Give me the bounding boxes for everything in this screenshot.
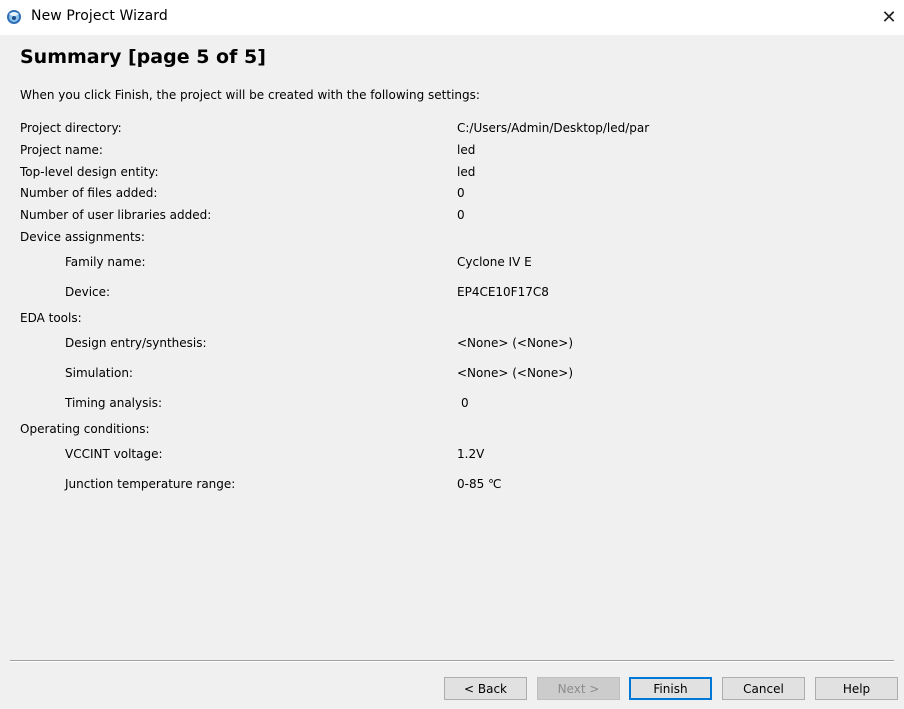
- setting-user-libraries-added: Number of user libraries added: 0: [0, 208, 904, 226]
- finish-button[interactable]: Finish: [629, 677, 712, 700]
- next-button: Next >: [537, 677, 620, 700]
- close-button[interactable]: ✕: [874, 0, 904, 35]
- setting-label: Simulation:: [65, 366, 133, 380]
- setting-value: 0: [461, 396, 469, 410]
- setting-value: led: [457, 143, 476, 157]
- title-bar: New Project Wizard ✕: [0, 0, 904, 35]
- setting-value: 1.2V: [457, 447, 485, 461]
- setting-junction-temperature: Junction temperature range: 0-85 ℃: [0, 477, 904, 495]
- close-icon: ✕: [881, 7, 897, 28]
- setting-label: Design entry/synthesis:: [65, 336, 207, 350]
- setting-files-added: Number of files added: 0: [0, 186, 904, 204]
- setting-project-name: Project name: led: [0, 143, 904, 161]
- setting-value: C:/Users/Admin/Desktop/led/par: [457, 121, 650, 135]
- footer-divider: [10, 660, 894, 662]
- section-device-assignments: Device assignments:: [0, 230, 904, 248]
- help-button[interactable]: Help: [815, 677, 898, 700]
- setting-value: 0: [457, 186, 465, 200]
- section-label: Device assignments:: [20, 230, 145, 244]
- section-label: EDA tools:: [20, 311, 82, 325]
- setting-top-level-entity: Top-level design entity: led: [0, 165, 904, 183]
- setting-design-entry-synthesis: Design entry/synthesis: <None> (<None>): [0, 336, 904, 354]
- window-title: New Project Wizard: [31, 8, 168, 24]
- intro-text: When you click Finish, the project will …: [20, 88, 480, 102]
- setting-label: Timing analysis:: [65, 396, 162, 410]
- cancel-button[interactable]: Cancel: [722, 677, 805, 700]
- setting-label: Project directory:: [20, 121, 122, 135]
- setting-simulation: Simulation: <None> (<None>): [0, 366, 904, 384]
- setting-vccint-voltage: VCCINT voltage: 1.2V: [0, 447, 904, 465]
- back-button[interactable]: < Back: [444, 677, 527, 700]
- section-label: Operating conditions:: [20, 422, 150, 436]
- setting-project-directory: Project directory: C:/Users/Admin/Deskto…: [0, 121, 904, 139]
- setting-label: VCCINT voltage:: [65, 447, 163, 461]
- setting-value: <None> (<None>): [457, 366, 574, 380]
- setting-value: 0: [457, 208, 465, 222]
- section-eda-tools: EDA tools:: [0, 311, 904, 329]
- setting-label: Junction temperature range:: [65, 477, 236, 491]
- setting-family-name: Family name: Cyclone IV E: [0, 255, 904, 273]
- setting-label: Device:: [65, 285, 111, 299]
- setting-label: Number of files added:: [20, 186, 158, 200]
- section-operating-conditions: Operating conditions:: [0, 422, 904, 440]
- setting-label: Project name:: [20, 143, 103, 157]
- setting-value: 0-85 ℃: [457, 477, 502, 491]
- setting-label: Number of user libraries added:: [20, 208, 212, 222]
- page-title: Summary [page 5 of 5]: [20, 46, 266, 68]
- setting-label: Top-level design entity:: [20, 165, 159, 179]
- setting-label: Family name:: [65, 255, 146, 269]
- setting-value: led: [457, 165, 476, 179]
- quartus-app-icon: [7, 10, 21, 24]
- setting-value: EP4CE10F17C8: [457, 285, 549, 299]
- setting-device: Device: EP4CE10F17C8: [0, 285, 904, 303]
- setting-timing-analysis: Timing analysis: 0: [0, 396, 904, 414]
- setting-value: <None> (<None>): [457, 336, 574, 350]
- setting-value: Cyclone IV E: [457, 255, 532, 269]
